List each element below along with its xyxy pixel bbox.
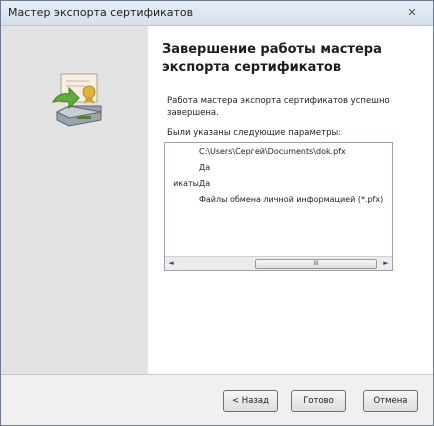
footer-divider — [1, 374, 433, 375]
list-item[interactable]: Файлы обмена личной информацией (*.pfx) — [165, 195, 392, 207]
window-title: Мастер экспорта сертификатов — [8, 6, 194, 19]
page-title: Завершение работы мастера экспорта серти… — [162, 42, 382, 75]
param-value: Файлы обмена личной информацией (*.pfx) — [199, 195, 384, 204]
completion-description: Работа мастера экспорта сертификатов усп… — [167, 96, 390, 118]
param-name: икаты — [173, 179, 199, 188]
scrollbar-thumb[interactable]: III — [255, 259, 377, 269]
close-icon[interactable]: ✕ — [397, 5, 427, 21]
cancel-button[interactable]: Отмена — [363, 390, 418, 412]
title-bar: Мастер экспорта сертификатов ✕ — [1, 1, 433, 26]
list-item[interactable]: Да — [165, 163, 392, 175]
list-item[interactable]: икаты Да — [165, 179, 392, 191]
finish-button[interactable]: Готово — [291, 390, 346, 412]
back-button[interactable]: < Назад — [223, 390, 278, 412]
scroll-left-icon[interactable]: ◄ — [165, 257, 177, 270]
params-list[interactable]: C:\Users\Сергей\Documents\dok.pfx Да ика… — [164, 142, 393, 271]
param-value: C:\Users\Сергей\Documents\dok.pfx — [199, 147, 346, 156]
param-value: Да — [199, 163, 211, 172]
params-label: Были указаны следующие параметры: — [167, 128, 342, 138]
param-value: Да — [199, 179, 211, 188]
scroll-right-icon[interactable]: ► — [380, 257, 392, 270]
wizard-window: Мастер экспорта сертификатов ✕ Завершени… — [0, 0, 434, 426]
list-item[interactable]: C:\Users\Сергей\Documents\dok.pfx — [165, 147, 392, 159]
certificate-export-icon — [51, 73, 102, 127]
horizontal-scrollbar[interactable]: ◄ III ► — [165, 256, 392, 270]
